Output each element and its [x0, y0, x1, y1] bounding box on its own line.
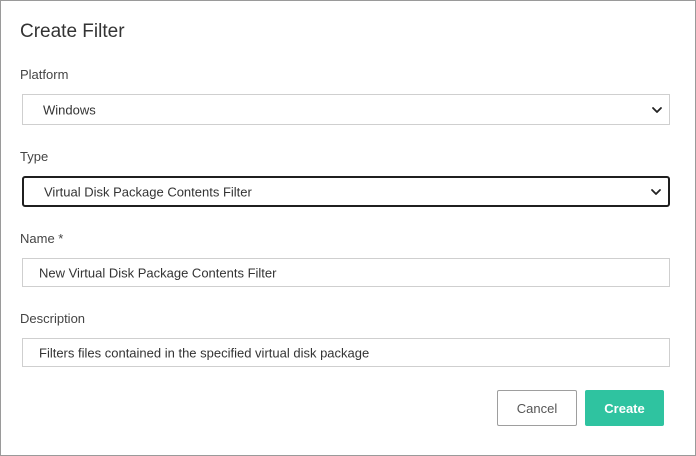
platform-selected-value: Windows: [43, 102, 96, 117]
type-select[interactable]: Virtual Disk Package Contents Filter: [22, 176, 670, 207]
dialog-title: Create Filter: [20, 21, 125, 42]
cancel-button[interactable]: Cancel: [497, 390, 577, 426]
type-label: Type: [20, 149, 49, 164]
description-label: Description: [20, 311, 86, 326]
name-label: Name *: [20, 231, 64, 246]
type-selected-value: Virtual Disk Package Contents Filter: [44, 184, 252, 199]
platform-select[interactable]: Windows: [22, 94, 670, 125]
name-field-value: New Virtual Disk Package Contents Filter: [39, 265, 277, 280]
description-field[interactable]: Filters files contained in the specified…: [22, 338, 670, 367]
description-field-value: Filters files contained in the specified…: [39, 345, 370, 360]
create-filter-dialog: Create Filter Platform Windows Type Virt…: [0, 0, 696, 456]
chevron-down-icon: [651, 188, 661, 195]
platform-label: Platform: [20, 67, 69, 82]
name-field[interactable]: New Virtual Disk Package Contents Filter: [22, 258, 670, 287]
create-button[interactable]: Create: [585, 390, 664, 426]
chevron-down-icon: [652, 106, 662, 113]
